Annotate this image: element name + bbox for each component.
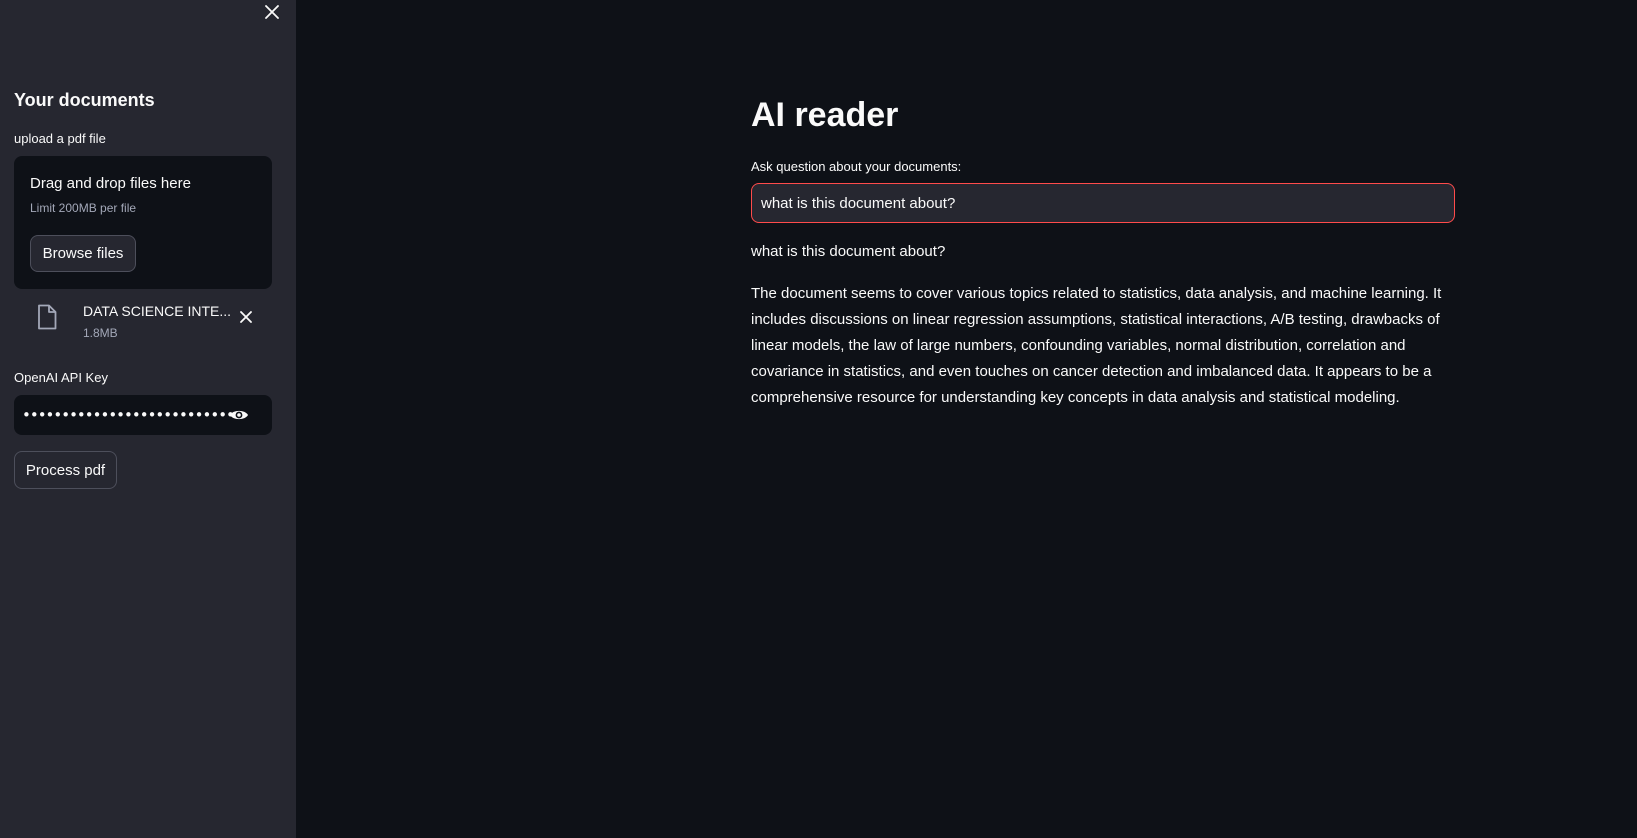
browse-files-button[interactable]: Browse files: [30, 235, 136, 272]
upload-label: upload a pdf file: [14, 131, 106, 146]
echoed-question: what is this document about?: [751, 243, 946, 260]
remove-file-button[interactable]: [237, 308, 255, 326]
question-input[interactable]: [751, 183, 1455, 223]
dropzone-limit: Limit 200MB per file: [30, 201, 137, 215]
file-size: 1.8MB: [83, 326, 118, 340]
close-sidebar-button[interactable]: [262, 2, 282, 22]
eye-icon: [230, 410, 248, 420]
dropzone-title: Drag and drop files here: [30, 175, 191, 192]
process-pdf-button[interactable]: Process pdf: [14, 451, 117, 489]
api-key-label: OpenAI API Key: [14, 370, 108, 385]
api-key-field: [14, 395, 272, 435]
page-title: AI reader: [751, 96, 899, 134]
sidebar: Your documents upload a pdf file Drag an…: [0, 0, 296, 838]
api-key-input[interactable]: [22, 395, 232, 435]
file-icon: [38, 304, 57, 330]
main-content: AI reader Ask question about your docume…: [296, 0, 1637, 838]
close-icon: [265, 5, 279, 19]
file-dropzone[interactable]: Drag and drop files here Limit 200MB per…: [14, 156, 272, 289]
app: Your documents upload a pdf file Drag an…: [0, 0, 1637, 838]
close-icon: [240, 311, 252, 323]
file-name: DATA SCIENCE INTE...: [83, 303, 232, 319]
uploaded-file-item: DATA SCIENCE INTE... 1.8MB: [14, 296, 272, 344]
question-label: Ask question about your documents:: [751, 159, 962, 174]
show-password-button[interactable]: [228, 405, 250, 425]
answer-text: The document seems to cover various topi…: [751, 285, 1442, 406]
sidebar-heading: Your documents: [14, 90, 155, 110]
